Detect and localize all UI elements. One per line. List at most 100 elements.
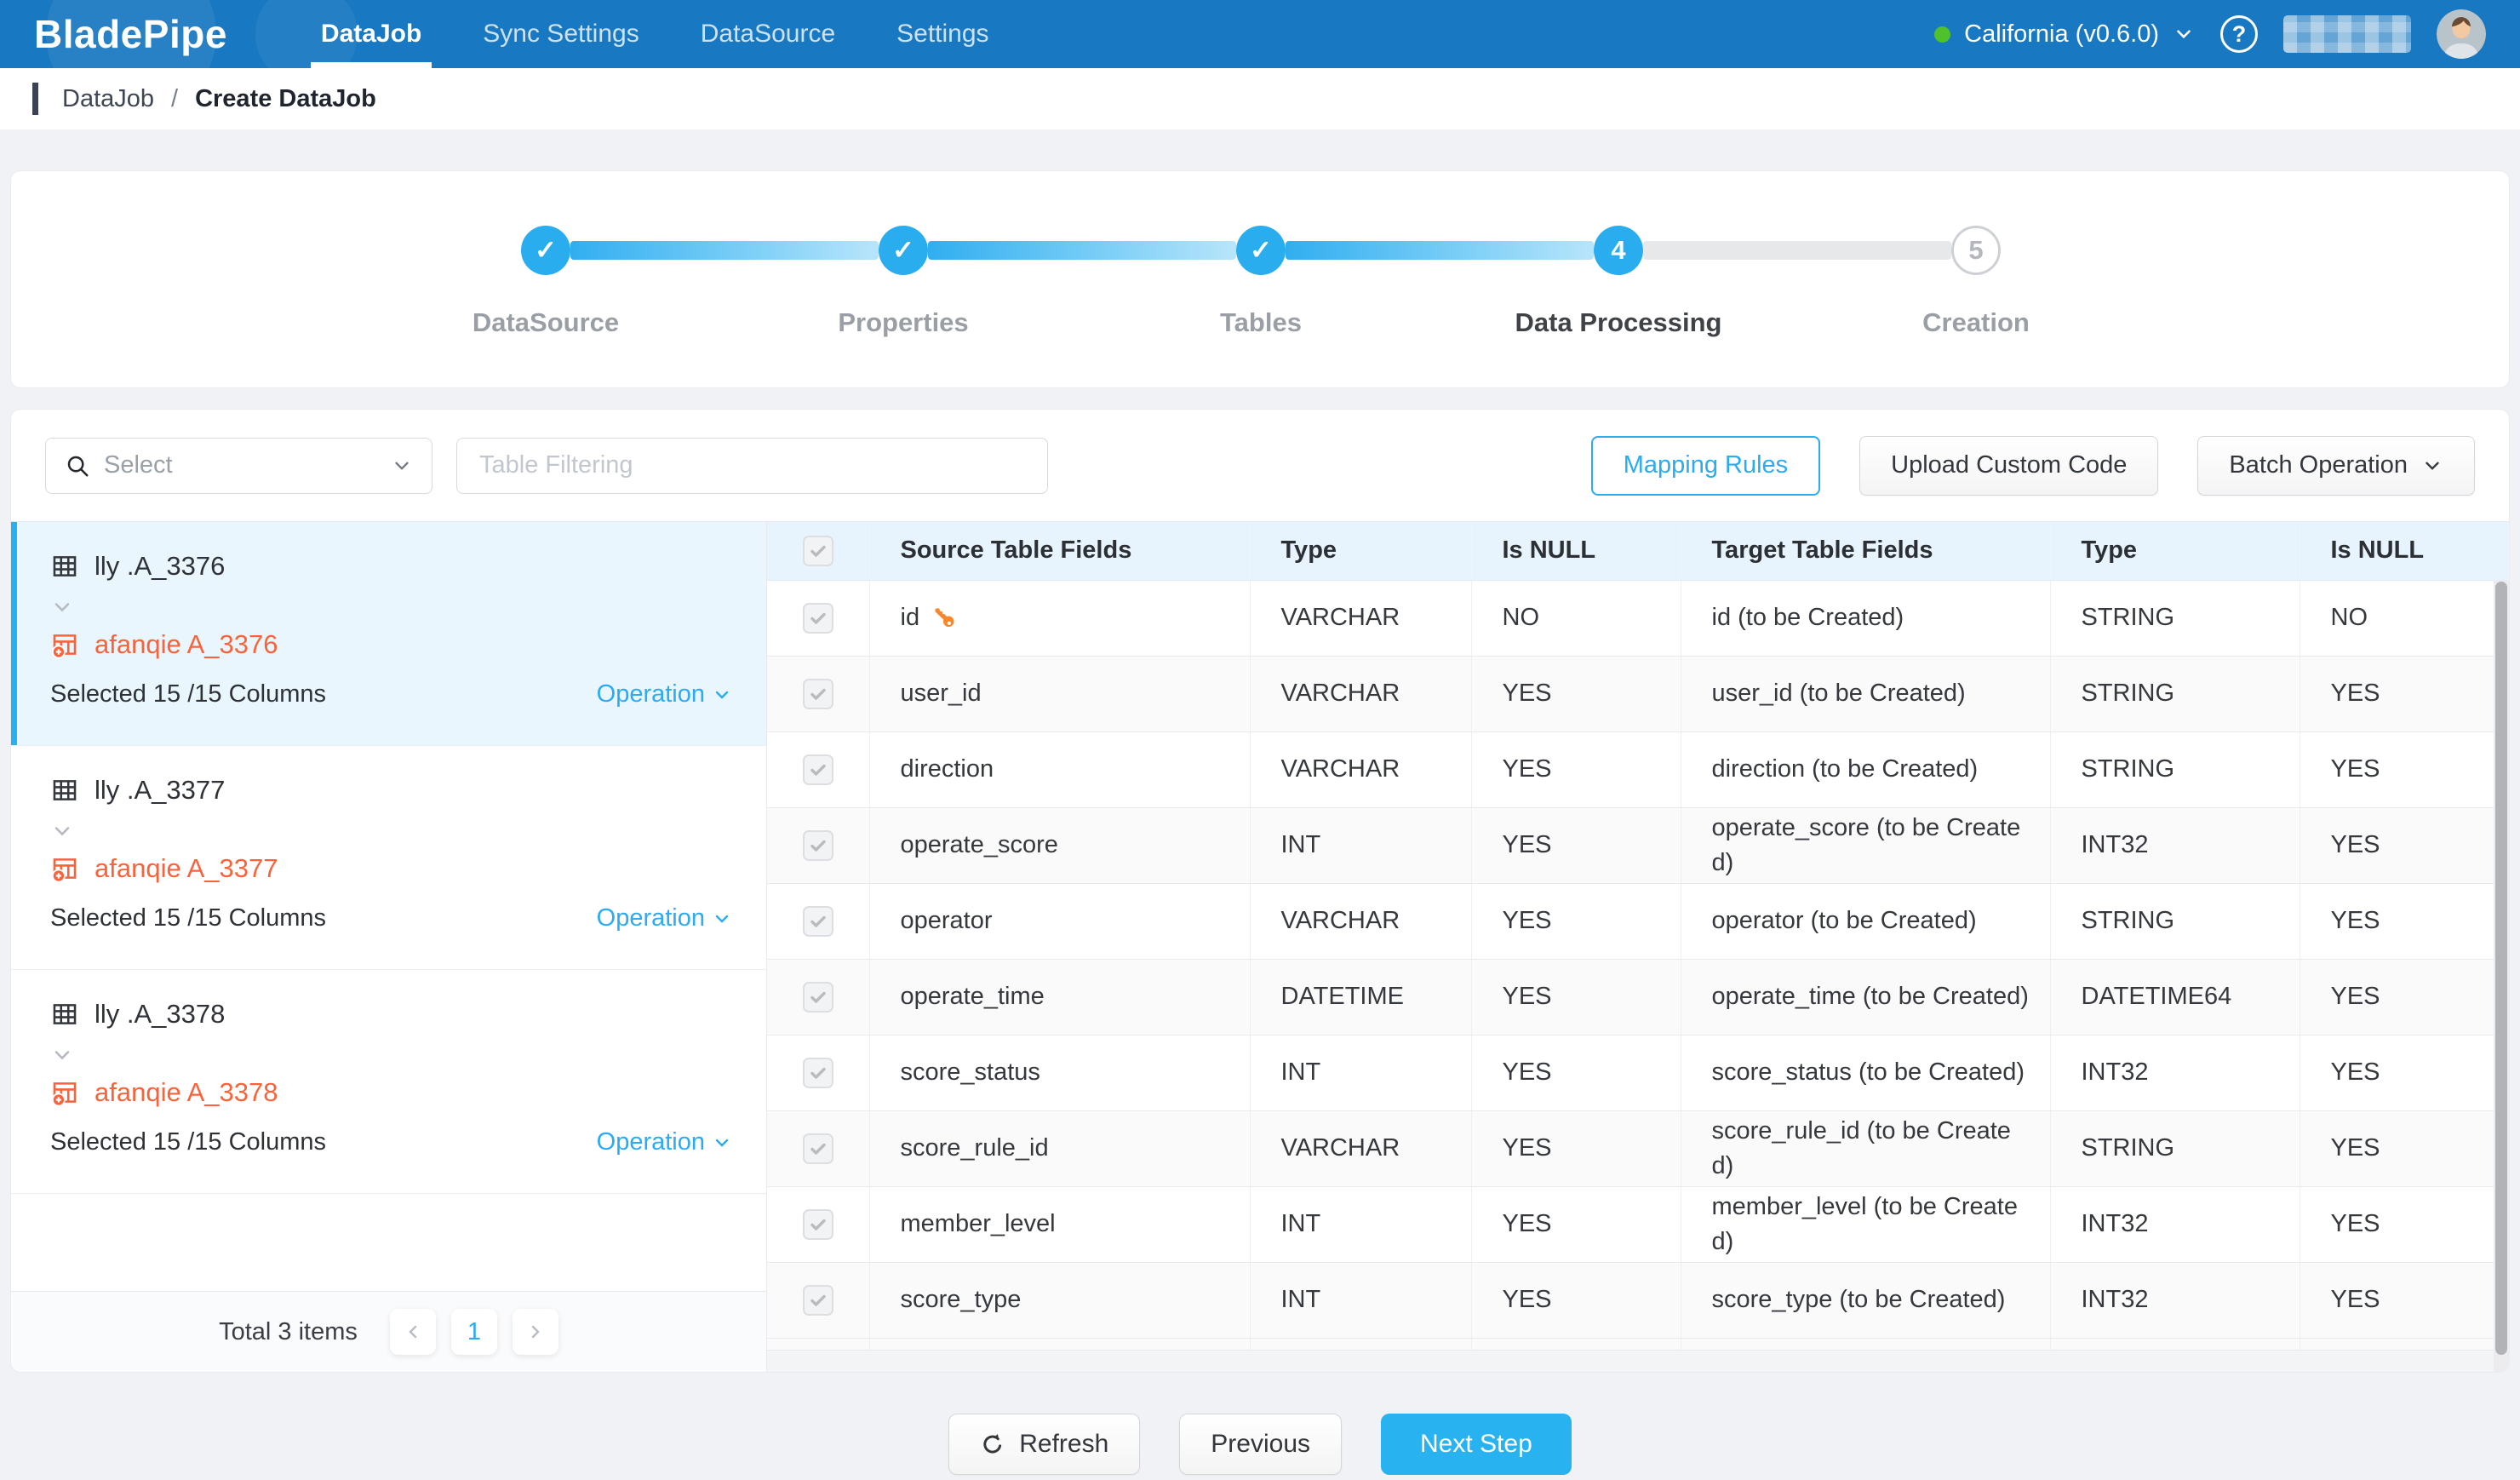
row-checkbox[interactable] [803,1058,833,1088]
top-nav-bar: BladePipe DataJob Sync Settings DataSour… [0,0,2520,68]
field-mapping-table-pane: Source Table Fields Type Is NULL Target … [767,522,2509,1372]
pagination-prev-button[interactable] [390,1309,436,1355]
source-field-nullable: YES [1471,1186,1681,1262]
row-checkbox[interactable] [803,603,833,634]
nav-item-settings[interactable]: Settings [885,0,1000,68]
row-checkbox[interactable] [803,1209,833,1240]
page-title: Create DataJob [195,85,376,113]
step-label-data-processing: Data Processing [1440,307,1797,338]
row-checkbox[interactable] [803,1285,833,1316]
environment-selector[interactable]: California (v0.6.0) [1934,20,2195,49]
source-field-type: INT [1250,1035,1471,1110]
operation-dropdown[interactable]: Operation [597,904,732,932]
field-mapping-row: score_status INT YES score_status (to be… [767,1035,2509,1110]
source-field-nullable: YES [1471,1110,1681,1186]
previous-button[interactable]: Previous [1179,1414,1342,1475]
help-icon[interactable]: ? [2220,15,2258,53]
operation-dropdown[interactable]: Operation [597,1128,732,1156]
target-field-name: score_rule_id (to be Created) [1681,1110,2050,1186]
logo[interactable]: BladePipe [34,11,227,57]
source-field-type: VARCHAR [1250,580,1471,656]
step-connector [1286,241,1594,260]
table-select-dropdown[interactable]: Select [45,438,432,494]
step-label-tables: Tables [1082,307,1440,338]
check-icon [808,987,828,1007]
horizontal-scrollbar-track[interactable] [767,1350,2494,1372]
step-circle-tables: ✓ [1236,226,1286,275]
row-checkbox[interactable] [803,982,833,1012]
pagination: Total 3 items 1 [11,1291,766,1372]
target-field-name: score_status (to be Created) [1681,1035,2050,1110]
target-field-name: operate_time (to be Created) [1681,959,2050,1035]
chevron-down-icon [712,685,732,705]
row-checkbox[interactable] [803,679,833,709]
field-mapping-row: id VARCHAR NO id (to be Created) STRING … [767,580,2509,656]
field-mapping-row: user_id VARCHAR YES user_id (to be Creat… [767,656,2509,731]
table-body: id VARCHAR NO id (to be Created) STRING … [767,580,2509,1372]
source-field-name: member_level [901,1210,1056,1238]
vertical-scrollbar-thumb[interactable] [2495,582,2507,1355]
expand-chevron-icon[interactable] [50,595,76,619]
selection-summary: Selected 15 /15 Columns [50,1128,326,1156]
target-field-type: INT32 [2050,1035,2300,1110]
step-connector [570,241,879,260]
avatar[interactable] [2437,9,2486,59]
source-field-type: DATETIME [1250,959,1471,1035]
table-pair-item-3[interactable]: lly .A_3378 afanqie A_3378 Selected 15 /… [11,970,766,1194]
source-field-type: VARCHAR [1250,883,1471,959]
target-table-name: afanqie A_3377 [94,853,278,884]
check-icon [808,1290,828,1311]
refresh-button[interactable]: Refresh [948,1414,1140,1475]
table-pair-item-1[interactable]: lly .A_3376 afanqie A_3376 Selected 15 /… [11,522,766,746]
check-icon [808,541,828,561]
next-step-button[interactable]: Next Step [1381,1414,1572,1475]
avatar-illustration [2437,9,2486,59]
col-source-table-fields: Source Table Fields [869,522,1250,580]
wizard-footer-actions: Refresh Previous Next Step [0,1414,2520,1475]
row-checkbox[interactable] [803,754,833,785]
breadcrumb-section[interactable]: DataJob [62,85,154,113]
username-redacted[interactable] [2283,15,2411,53]
upload-custom-code-button[interactable]: Upload Custom Code [1859,436,2158,496]
row-checkbox[interactable] [803,830,833,861]
breadcrumb-accent-bar [32,83,38,115]
table-pair-item-2[interactable]: lly .A_3377 afanqie A_3377 Selected 15 /… [11,746,766,970]
source-field-nullable: YES [1471,731,1681,807]
source-field-name: direction [901,755,994,783]
check-icon [808,835,828,856]
col-target-type: Type [2050,522,2300,580]
target-field-nullable: NO [2300,580,2509,656]
target-field-type: STRING [2050,731,2300,807]
nav-item-datasource[interactable]: DataSource [689,0,847,68]
expand-chevron-icon[interactable] [50,1043,76,1067]
status-dot [1934,26,1950,43]
table-filter-input[interactable] [456,438,1048,494]
operation-dropdown[interactable]: Operation [597,680,732,708]
expand-chevron-icon[interactable] [50,819,76,843]
source-field-type: INT [1250,1186,1471,1262]
batch-operation-button[interactable]: Batch Operation [2197,436,2475,496]
col-source-type: Type [1250,522,1471,580]
source-field-name: operator [901,907,993,935]
target-field-type: STRING [2050,656,2300,731]
vertical-scrollbar-track[interactable] [2494,580,2509,1372]
table-header-row: Source Table Fields Type Is NULL Target … [767,522,2509,580]
nav-item-datajob[interactable]: DataJob [309,0,433,68]
pagination-next-button[interactable] [513,1309,558,1355]
target-field-nullable: YES [2300,1186,2509,1262]
target-field-type: STRING [2050,580,2300,656]
field-mapping-row: score_rule_id VARCHAR YES score_rule_id … [767,1110,2509,1186]
source-field-name: operate_time [901,983,1045,1011]
breadcrumb: DataJob / Create DataJob [0,68,2520,129]
field-mapping-row: direction VARCHAR YES direction (to be C… [767,731,2509,807]
row-checkbox[interactable] [803,906,833,937]
select-all-checkbox[interactable] [803,536,833,566]
check-icon [808,1139,828,1159]
source-field-nullable: YES [1471,1262,1681,1338]
check-icon [808,911,828,932]
pagination-page-1[interactable]: 1 [451,1309,497,1355]
field-mapping-row: operate_time DATETIME YES operate_time (… [767,959,2509,1035]
row-checkbox[interactable] [803,1133,833,1164]
mapping-rules-button[interactable]: Mapping Rules [1591,436,1820,496]
nav-item-sync-settings[interactable]: Sync Settings [471,0,650,68]
